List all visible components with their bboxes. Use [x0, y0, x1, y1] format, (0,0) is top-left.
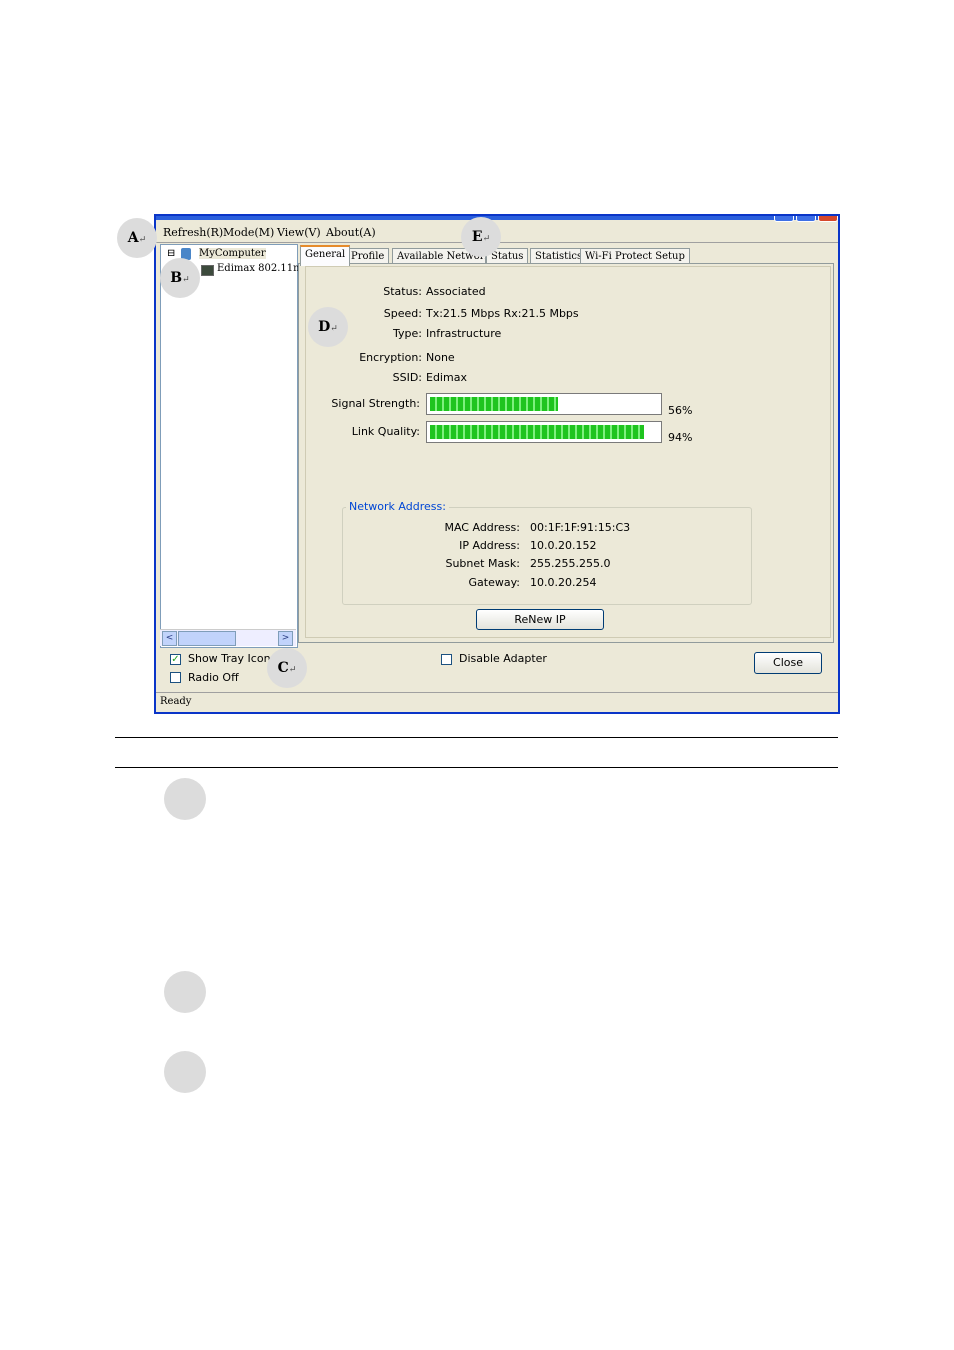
divider-line	[115, 767, 838, 768]
panel-inner-frame: Status: Associated Speed: Tx:21.5 Mbps R…	[305, 266, 831, 638]
status-value: Associated	[426, 285, 486, 298]
collapse-toggle-icon[interactable]: ⊟	[167, 248, 175, 259]
return-mark: ↵	[288, 665, 297, 675]
scroll-thumb[interactable]	[178, 631, 236, 646]
network-adapter-icon	[201, 265, 214, 276]
tab-statistics[interactable]: Statistics	[530, 248, 588, 264]
menu-mode[interactable]: Mode(M)	[223, 226, 274, 239]
callout-d-letter: D	[318, 319, 331, 335]
disable-adapter-checkbox[interactable]	[441, 654, 452, 665]
ssid-label: SSID:	[392, 371, 422, 384]
signal-strength-fill	[430, 397, 558, 411]
close-window-button[interactable]	[818, 216, 838, 222]
signal-strength-bar	[426, 393, 662, 415]
bullet-circle	[164, 778, 206, 820]
network-address-legend: Network Address:	[346, 500, 449, 513]
show-tray-icon-label[interactable]: Show Tray Icon	[188, 652, 271, 665]
gateway-value: 10.0.20.254	[530, 576, 597, 589]
maximize-button[interactable]	[796, 216, 816, 222]
title-bar[interactable]	[156, 216, 838, 220]
status-text: Ready	[160, 696, 192, 707]
scroll-left-icon[interactable]: <	[162, 631, 177, 646]
menu-refresh[interactable]: Refresh(R)	[163, 226, 223, 239]
return-mark: ↵	[482, 234, 491, 244]
divider-line	[115, 737, 838, 738]
callout-b-letter: B	[170, 270, 183, 286]
speed-label: Speed:	[383, 307, 422, 320]
tab-profile[interactable]: Profile	[346, 248, 390, 264]
signal-strength-percent: 56%	[668, 404, 693, 417]
callout-a: A↵	[117, 218, 157, 258]
subnet-mask-value: 255.255.255.0	[530, 557, 611, 570]
radio-off-checkbox[interactable]	[170, 672, 181, 683]
return-mark: ↵	[330, 324, 338, 334]
speed-value: Tx:21.5 Mbps Rx:21.5 Mbps	[426, 307, 579, 320]
callout-c: C↵	[267, 648, 307, 688]
renew-ip-button[interactable]: ReNew IP	[476, 609, 604, 630]
minimize-button[interactable]	[774, 216, 794, 222]
ip-address-label: IP Address:	[459, 539, 520, 552]
utility-window: Refresh(R) Mode(M) View(V) About(A) ⊟ My…	[154, 214, 840, 714]
menu-about[interactable]: About(A)	[326, 226, 376, 239]
callout-e-letter: E	[471, 229, 483, 245]
encryption-value: None	[426, 351, 455, 364]
tab-general[interactable]: General	[300, 245, 351, 266]
tab-wifi-protect-setup[interactable]: Wi-Fi Protect Setup	[580, 248, 690, 264]
link-quality-fill	[430, 425, 644, 439]
close-button[interactable]: Close	[754, 652, 822, 674]
tree-item-adapter[interactable]: Edimax 802.11n	[217, 263, 300, 274]
type-label: Type:	[393, 327, 422, 340]
type-value: Infrastructure	[426, 327, 502, 340]
callout-d: D↵	[308, 307, 348, 347]
tree-horizontal-scrollbar[interactable]: < >	[160, 629, 296, 646]
scroll-right-icon[interactable]: >	[278, 631, 293, 646]
return-mark: ↵	[138, 235, 147, 245]
link-quality-label: Link Quality:	[351, 425, 420, 438]
radio-off-label[interactable]: Radio Off	[188, 671, 239, 684]
bullet-circle	[164, 971, 206, 1013]
status-bar: Ready	[156, 692, 838, 712]
callout-c-letter: C	[277, 660, 289, 676]
return-mark: ↵	[182, 275, 190, 285]
status-label: Status:	[383, 285, 422, 298]
callout-b: B↵	[160, 258, 200, 298]
mac-address-label: MAC Address:	[444, 521, 520, 534]
general-tab-panel: Status: Associated Speed: Tx:21.5 Mbps R…	[298, 263, 834, 643]
disable-adapter-label[interactable]: Disable Adapter	[459, 652, 547, 665]
menu-view[interactable]: View(V)	[277, 226, 321, 239]
mac-address-value: 00:1F:1F:91:15:C3	[530, 521, 631, 534]
bullet-circle	[164, 1051, 206, 1093]
ip-address-value: 10.0.20.152	[530, 539, 597, 552]
device-tree[interactable]: ⊟ MyComputer Edimax 802.11n	[160, 244, 300, 648]
link-quality-percent: 94%	[668, 431, 693, 444]
callout-a-letter: A	[127, 230, 139, 246]
encryption-label: Encryption:	[359, 351, 422, 364]
signal-strength-label: Signal Strength:	[331, 397, 420, 410]
ssid-value: Edimax	[426, 371, 467, 384]
show-tray-icon-checkbox[interactable]: ✓	[170, 654, 181, 665]
subnet-mask-label: Subnet Mask:	[445, 557, 520, 570]
link-quality-bar	[426, 421, 662, 443]
gateway-label: Gateway:	[468, 576, 521, 589]
tree-item-mycomputer[interactable]: MyComputer	[199, 248, 266, 259]
callout-e: E↵	[461, 217, 501, 257]
